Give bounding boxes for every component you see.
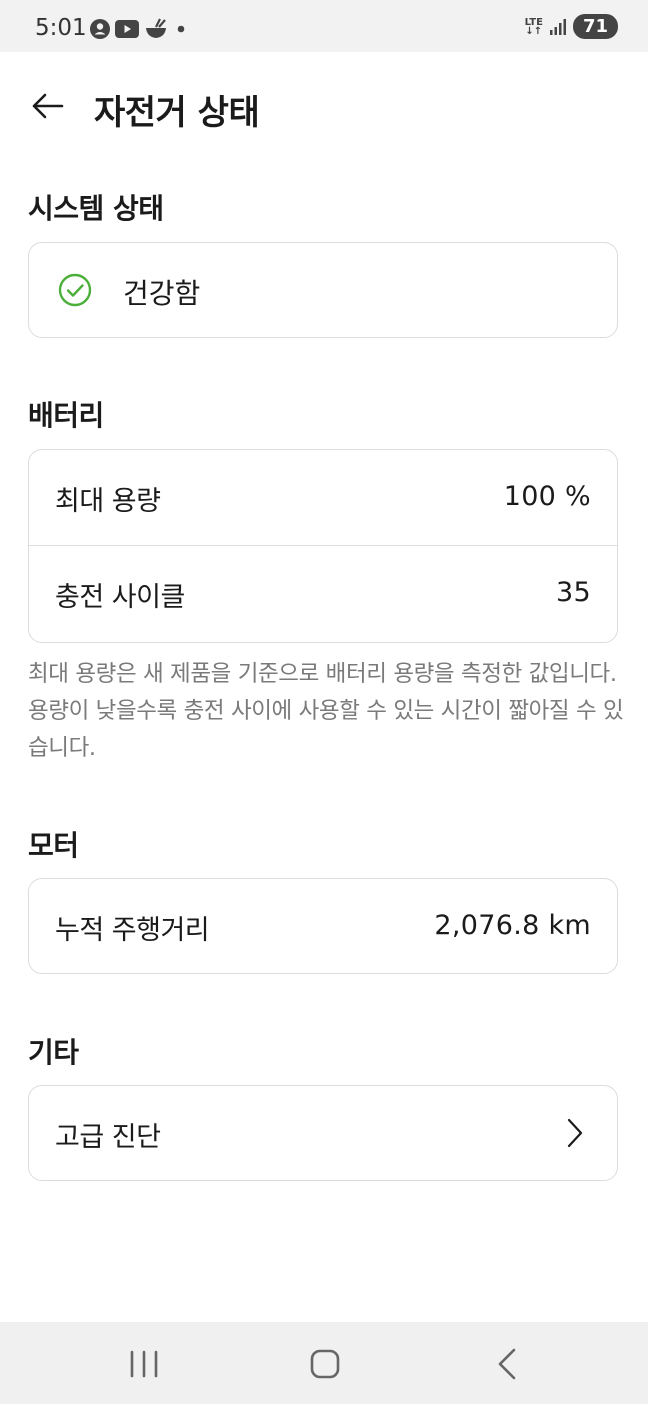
charge-cycles-value: 35	[556, 577, 591, 608]
system-status-row: 건강함	[29, 243, 617, 337]
page-title: 자전거 상태	[94, 93, 260, 133]
home-button[interactable]	[304, 1346, 344, 1382]
check-circle-icon	[58, 273, 92, 307]
battery-card: 최대 용량 100 % 충전 사이클 35	[28, 449, 618, 643]
odometer-label: 누적 주행거리	[55, 915, 210, 946]
status-time: 5:01	[35, 15, 87, 41]
advanced-diagnostics-label: 고급 진단	[55, 1122, 161, 1153]
back-icon	[498, 1348, 516, 1380]
recent-apps-icon	[130, 1350, 158, 1378]
lte-indicator: LTE ↓↑	[524, 16, 543, 37]
status-system-icons: LTE ↓↑ 71	[525, 14, 618, 39]
battery-charge-cycles-row: 충전 사이클 35	[29, 545, 617, 640]
status-bar: 5:01 LTE ↓↑ 71	[0, 0, 648, 52]
motor-card: 누적 주행거리 2,076.8 km	[28, 878, 618, 974]
network-label: LTE	[524, 16, 543, 28]
max-capacity-value: 100 %	[503, 481, 591, 512]
section-title-battery: 배터리	[28, 399, 104, 432]
dot-icon	[177, 25, 185, 33]
chevron-right-icon	[567, 1118, 583, 1148]
system-status-label: 건강함	[123, 277, 201, 310]
odometer-row: 누적 주행거리 2,076.8 km	[29, 879, 617, 973]
system-nav-bar	[0, 1322, 648, 1404]
charge-cycles-label: 충전 사이클	[55, 582, 185, 613]
home-icon	[310, 1349, 340, 1379]
signal-icon	[549, 18, 566, 35]
app-bar: 자전거 상태	[0, 52, 648, 158]
max-capacity-label: 최대 용량	[55, 486, 161, 517]
advanced-diagnostics-row[interactable]: 고급 진단	[29, 1086, 617, 1180]
odometer-value: 2,076.8 km	[434, 910, 591, 941]
battery-note: 최대 용량은 새 제품을 기준으로 배터리 용량을 측정한 값입니다. 용량이 …	[28, 661, 624, 761]
battery-indicator: 71	[572, 14, 618, 39]
youtube-icon	[115, 20, 139, 38]
bowl-icon	[146, 18, 166, 38]
recent-apps-button[interactable]	[124, 1346, 164, 1382]
nav-back-button[interactable]	[488, 1346, 528, 1382]
back-button[interactable]	[26, 84, 70, 128]
battery-max-capacity-row: 최대 용량 100 %	[29, 450, 617, 545]
status-notification-icons	[90, 18, 189, 40]
section-title-system: 시스템 상태	[28, 192, 164, 225]
section-title-other: 기타	[28, 1036, 79, 1069]
other-card: 고급 진단	[28, 1085, 618, 1181]
system-status-card: 건강함	[28, 242, 618, 338]
account-circle-icon	[90, 19, 110, 39]
section-title-motor: 모터	[28, 829, 79, 862]
arrow-left-icon	[32, 93, 64, 119]
